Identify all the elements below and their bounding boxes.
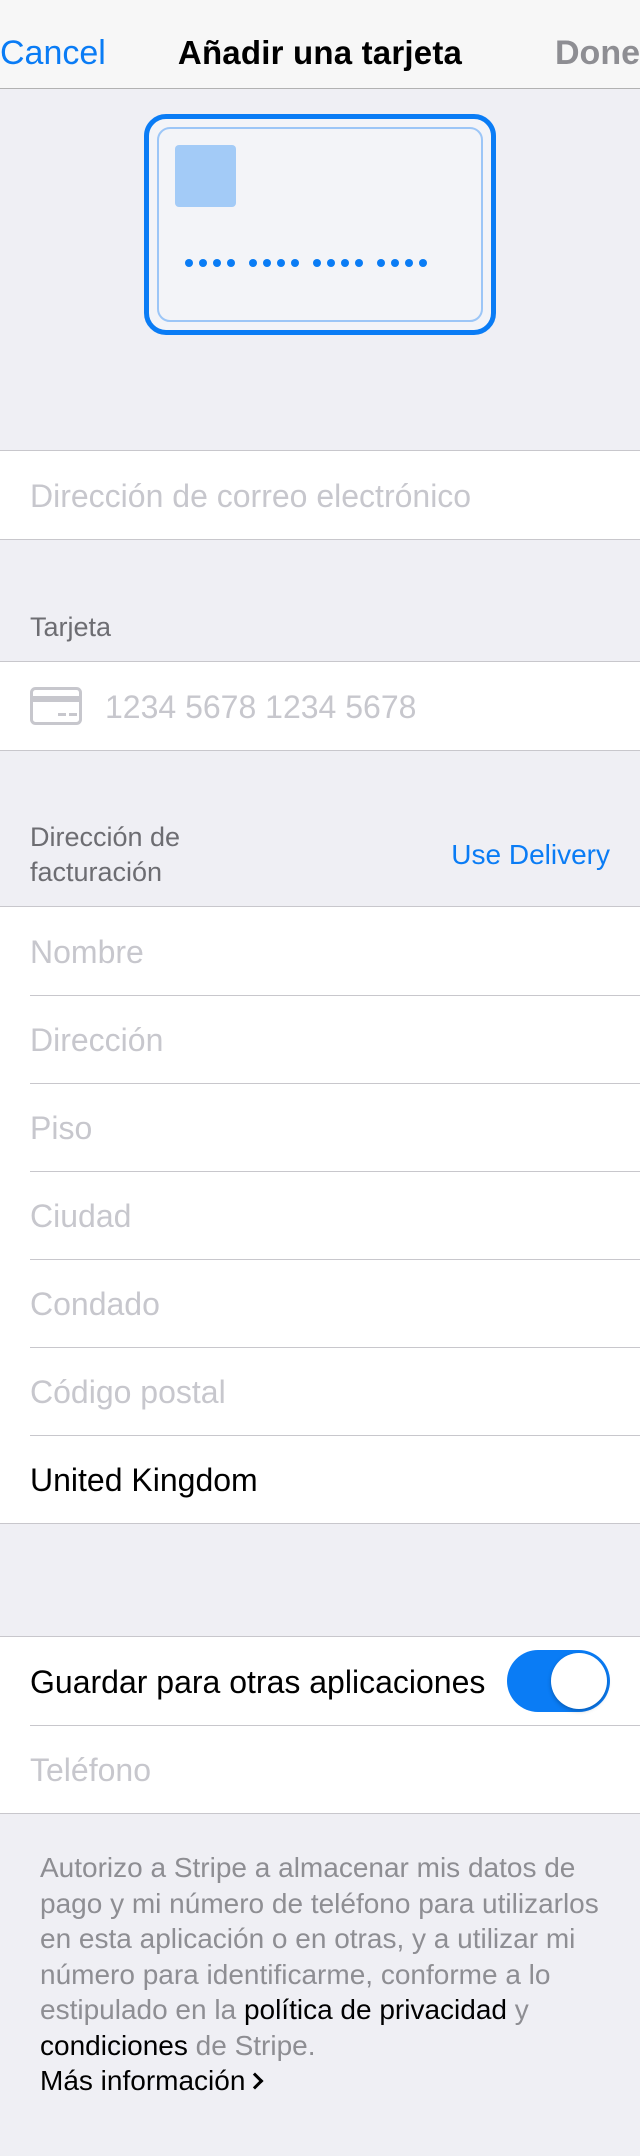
done-button[interactable]: Done xyxy=(555,34,640,73)
save-label: Guardar para otras aplicaciones xyxy=(30,1664,486,1700)
card-chip-icon xyxy=(175,145,236,207)
floor-field[interactable]: Piso xyxy=(0,1083,640,1171)
postal-code-field[interactable]: Código postal xyxy=(0,1347,640,1435)
card-number-placeholder: 1234 5678 1234 5678 xyxy=(105,689,417,725)
page-title: Añadir una tarjeta xyxy=(177,34,463,71)
disclaimer-and: y xyxy=(506,1994,529,2025)
city-field[interactable]: Ciudad xyxy=(0,1171,640,1259)
use-delivery-button[interactable]: Use Delivery xyxy=(451,839,610,871)
save-group: Guardar para otras aplicaciones Teléfono xyxy=(0,1636,640,1814)
county-field[interactable]: Condado xyxy=(0,1259,640,1347)
disclaimer-text: Autorizo a Stripe a almacenar mis datos … xyxy=(40,1850,620,2099)
card-illustration xyxy=(144,114,496,335)
card-section-label: Tarjeta xyxy=(30,612,112,642)
email-group: Dirección de correo electrónico xyxy=(0,450,640,540)
email-placeholder: Dirección de correo electrónico xyxy=(30,478,472,514)
county-placeholder: Condado xyxy=(30,1286,160,1322)
save-row: Guardar para otras aplicaciones xyxy=(0,1637,640,1725)
terms-link[interactable]: condiciones xyxy=(40,2030,188,2061)
address-field[interactable]: Dirección xyxy=(0,995,640,1083)
floor-placeholder: Piso xyxy=(30,1110,93,1146)
billing-group: Nombre Dirección Piso Ciudad Condado Cód… xyxy=(0,906,640,1524)
card-group: 1234 5678 1234 5678 xyxy=(0,661,640,751)
toggle-knob xyxy=(551,1653,607,1709)
billing-section-label-line1: Dirección de xyxy=(30,822,181,852)
phone-placeholder: Teléfono xyxy=(30,1752,151,1788)
phone-field[interactable]: Teléfono xyxy=(0,1725,640,1813)
name-placeholder: Nombre xyxy=(30,934,144,970)
save-toggle[interactable] xyxy=(507,1650,610,1712)
card-number-dots xyxy=(185,259,427,267)
name-field[interactable]: Nombre xyxy=(0,907,640,995)
privacy-policy-link[interactable]: política de privacidad xyxy=(244,1994,507,2025)
card-inner-border xyxy=(157,127,483,322)
chevron-right-icon xyxy=(246,2072,264,2090)
billing-section-label-line2: facturación xyxy=(30,857,163,887)
disclaimer-end: de Stripe. xyxy=(187,2029,316,2061)
city-placeholder: Ciudad xyxy=(30,1198,132,1234)
postal-code-placeholder: Código postal xyxy=(30,1374,226,1410)
country-value: United Kingdom xyxy=(30,1462,258,1498)
country-field[interactable]: United Kingdom xyxy=(0,1435,640,1523)
email-field[interactable]: Dirección de correo electrónico xyxy=(0,451,640,539)
navigation-bar: Cancel Añadir una tarjeta Done xyxy=(0,0,640,89)
card-number-field[interactable]: 1234 5678 1234 5678 xyxy=(0,662,640,750)
more-info-link[interactable]: Más información xyxy=(40,2065,264,2096)
credit-card-icon xyxy=(30,687,82,725)
more-info-label: Más información xyxy=(40,2065,246,2096)
address-placeholder: Dirección xyxy=(30,1022,164,1058)
